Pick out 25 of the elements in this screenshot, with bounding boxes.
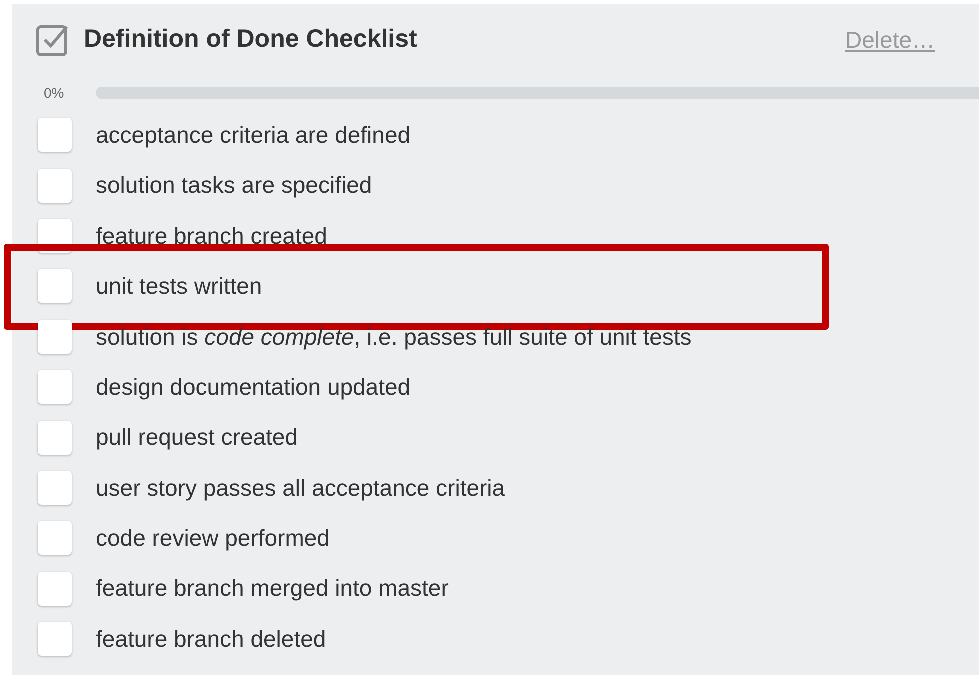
- checkbox[interactable]: [38, 622, 72, 656]
- checklist-icon: [36, 23, 70, 57]
- checklist-item-text: solution is code complete, i.e. passes full suite of unit tests: [96, 322, 692, 352]
- checklist-item-text: feature branch merged into master: [96, 574, 449, 604]
- checklist-item-text: pull request created: [96, 423, 298, 452]
- checklist-item-text: solution tasks are specified: [96, 171, 372, 200]
- checklist-item-text: design documentation updated: [96, 372, 411, 402]
- checklist-title: Definition of Done Checklist: [84, 24, 418, 56]
- checkbox[interactable]: [38, 470, 72, 505]
- checkbox[interactable]: [38, 420, 72, 455]
- checklist-item-text: feature branch created: [96, 222, 328, 251]
- checklist-item-text: feature branch deleted: [96, 624, 326, 654]
- checklist-item-text: code review performed: [96, 524, 330, 554]
- checkbox[interactable]: [38, 370, 72, 404]
- progress-label: 0%: [44, 84, 66, 102]
- checkbox[interactable]: [38, 521, 72, 556]
- checkbox[interactable]: [38, 168, 72, 203]
- delete-link[interactable]: Delete…: [846, 22, 935, 58]
- checkbox[interactable]: [38, 572, 72, 606]
- checkbox[interactable]: [38, 269, 72, 304]
- checklist-item-text: acceptance criteria are defined: [96, 120, 411, 150]
- checkbox[interactable]: [38, 118, 72, 152]
- checkbox[interactable]: [38, 320, 72, 354]
- checklist-item-text: user story passes all acceptance criteria: [96, 474, 506, 503]
- checklist-item-text: unit tests written: [96, 272, 262, 302]
